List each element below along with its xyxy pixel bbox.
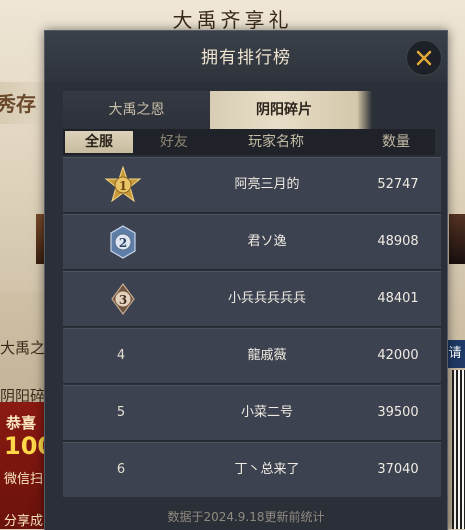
player-quantity: 48908 bbox=[377, 234, 419, 249]
leaderboard-row: 1 阿亮三月的 52747 bbox=[63, 157, 441, 213]
background-thumbnail bbox=[449, 214, 465, 264]
close-button[interactable] bbox=[406, 40, 442, 76]
player-quantity: 52747 bbox=[377, 177, 419, 192]
leaderboard-row: 4 龍戚薇 42000 bbox=[63, 328, 441, 384]
qr-code bbox=[452, 370, 465, 529]
filter-friends[interactable]: 好友 bbox=[149, 129, 199, 155]
tab-bar: 大禹之恩 阴阳碎片 bbox=[63, 91, 435, 129]
rank-number: 4 bbox=[116, 348, 126, 363]
leaderboard-row: 6 丁丶总来了 37040 bbox=[63, 442, 441, 497]
background-right-chip: 请 bbox=[445, 340, 465, 368]
column-header-quantity: 数量 bbox=[382, 134, 410, 150]
rank-number: 3 bbox=[119, 293, 127, 307]
modal-header: 拥有排行榜 bbox=[45, 31, 447, 83]
rank-number: 6 bbox=[116, 462, 126, 477]
player-quantity: 39500 bbox=[377, 405, 419, 420]
player-quantity: 37040 bbox=[377, 462, 419, 477]
tab-dayu-grace[interactable]: 大禹之恩 bbox=[63, 91, 210, 129]
filter-all-server[interactable]: 全服 bbox=[65, 131, 133, 153]
update-note: 数据于2024.9.18更新前统计 bbox=[167, 510, 325, 524]
rank-number: 5 bbox=[116, 405, 126, 420]
filter-header-bar: 全服 好友 玩家名称 数量 bbox=[63, 129, 435, 155]
close-icon bbox=[416, 50, 432, 66]
rank-number: 2 bbox=[119, 236, 127, 250]
player-name: 君ソ逸 bbox=[247, 234, 287, 249]
player-name: 小菜二号 bbox=[240, 405, 293, 420]
rank-silver-badge-icon: 2 bbox=[110, 225, 136, 259]
rank-number: 1 bbox=[119, 179, 127, 193]
leaderboard-row: 3 小兵兵兵兵兵 48401 bbox=[63, 271, 441, 327]
leaderboard-modal: 拥有排行榜 大禹之恩 阴阳碎片 全服 好友 玩家名称 数量 1 阿亮三月的 52… bbox=[44, 30, 448, 530]
player-name: 阿亮三月的 bbox=[234, 177, 300, 192]
promo-line: 分享成 bbox=[4, 514, 44, 529]
tab-yinyang-fragments[interactable]: 阴阳碎片 bbox=[210, 91, 372, 129]
leaderboard-list[interactable]: 1 阿亮三月的 52747 2 君ソ逸 48908 3 小兵兵兵兵兵 48401 bbox=[63, 157, 441, 497]
page-title: 大禹齐享礼 bbox=[172, 8, 293, 32]
player-name: 小兵兵兵兵兵 bbox=[227, 291, 306, 306]
column-header-player-name: 玩家名称 bbox=[248, 134, 304, 150]
player-quantity: 42000 bbox=[377, 348, 419, 363]
rank-gold-badge-icon: 1 bbox=[104, 166, 142, 203]
leaderboard-row: 2 君ソ逸 48908 bbox=[63, 214, 441, 270]
player-quantity: 48401 bbox=[377, 291, 419, 306]
leaderboard-row: 5 小菜二号 39500 bbox=[63, 385, 441, 441]
background-side-label: 秀存 bbox=[0, 92, 36, 116]
player-name: 龍戚薇 bbox=[247, 348, 287, 363]
promo-line: 微信扫 bbox=[4, 472, 44, 487]
rank-bronze-badge-icon: 3 bbox=[111, 282, 135, 316]
modal-title: 拥有排行榜 bbox=[201, 48, 291, 68]
player-name: 丁丶总来了 bbox=[234, 462, 300, 477]
promo-title: 恭喜 bbox=[6, 414, 37, 432]
